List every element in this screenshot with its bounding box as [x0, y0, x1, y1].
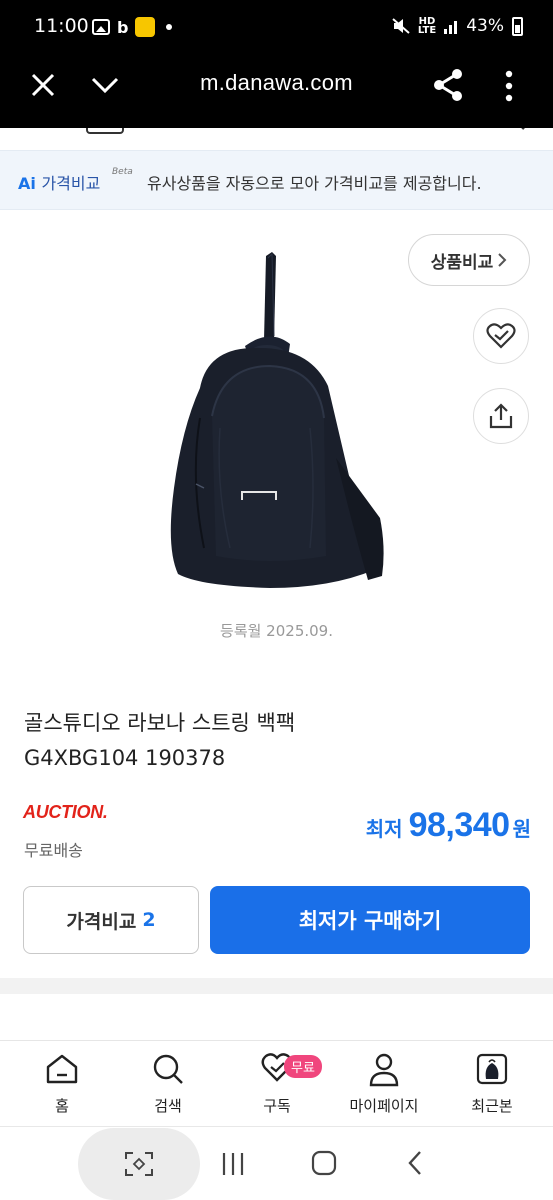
ai-compare-badge: Ai 가격비교 [18, 170, 100, 194]
price-compare-label: 가격비교 [66, 910, 137, 933]
mute-icon [392, 18, 410, 34]
price-compare-count: 2 [142, 909, 156, 931]
home-icon [46, 1054, 78, 1084]
battery-icon [512, 16, 523, 36]
status-time: 11:00 [34, 15, 89, 37]
price-compare-button[interactable]: 가격비교 2 [23, 886, 199, 954]
product-title-line2: G4XBG104 190378 [24, 746, 226, 770]
tab-search[interactable]: 검색 [113, 1041, 223, 1127]
shipping-info: 무료배송 [24, 841, 83, 860]
more-vertical-icon[interactable] [502, 70, 516, 102]
search-icon [153, 1054, 183, 1084]
registered-date: 등록월 2025.09. [220, 622, 333, 640]
product-title: 골스튜디오 라보나 스트링 백팩 G4XBG104 190378 [24, 706, 524, 776]
url-bar[interactable]: m.danawa.com [0, 70, 553, 96]
ai-title: 가격비교 [41, 174, 101, 193]
lowest-price: 최저 98,340 원 [366, 806, 531, 845]
price-value: 98,340 [408, 806, 511, 844]
wishlist-button[interactable] [473, 308, 529, 364]
heart-check-icon [486, 323, 516, 349]
product-compare-label: 상품비교 [430, 252, 494, 273]
signal-icon [444, 18, 458, 34]
seller-logo: AUCTION. [23, 802, 108, 822]
free-badge: 무료 [284, 1055, 322, 1078]
network-type-icon: HD LTE [417, 16, 437, 36]
tab-subscribe-label: 구독 [263, 1097, 291, 1115]
home-button-icon[interactable] [310, 1149, 338, 1177]
section-divider [0, 978, 553, 994]
ai-brand: Ai [18, 174, 36, 193]
share-product-button[interactable] [473, 388, 529, 444]
battery-percent: 43% [466, 16, 504, 36]
scan-icon [125, 1152, 153, 1176]
system-navigation [0, 1128, 553, 1200]
share-icon[interactable] [432, 68, 464, 102]
price-label: 최저 [365, 817, 403, 841]
product-title-line1: 골스튜디오 라보나 스트링 백팩 [24, 711, 296, 735]
user-icon [369, 1053, 399, 1087]
kakao-icon [135, 17, 156, 37]
menu-box-icon[interactable] [86, 128, 124, 134]
tab-subscribe[interactable]: 구독 [222, 1041, 332, 1127]
b-icon: b [117, 17, 129, 37]
ai-banner-text: 유사상품을 자동으로 모아 가격비교를 제공합니다. [147, 174, 482, 193]
product-compare-button[interactable]: 상품비교 [408, 234, 530, 286]
tab-home[interactable]: 홈 [7, 1041, 117, 1127]
tab-search-label: 검색 [154, 1097, 182, 1115]
back-icon[interactable] [405, 1149, 425, 1177]
recent-apps-icon[interactable] [220, 1150, 246, 1178]
buy-lowest-button[interactable]: 최저가 구매하기 [210, 886, 530, 954]
ai-compare-banner[interactable]: Ai 가격비교 Beta 유사상품을 자동으로 모아 가격비교를 제공합니다. [0, 150, 553, 210]
price-unit: 원 [512, 817, 531, 841]
gallery-icon [92, 19, 110, 35]
bottom-tabbar: 홈 검색 구독 무료 마이페이지 최근본 [0, 1041, 553, 1127]
upload-share-icon [489, 403, 513, 429]
tab-mypage[interactable]: 마이페이지 [329, 1041, 439, 1127]
tab-recent[interactable]: 최근본 [437, 1041, 547, 1127]
status-right: HD LTE 43% [392, 16, 523, 36]
chevron-right-icon [498, 253, 507, 267]
dot-icon [166, 24, 173, 30]
status-left-icons: b [92, 17, 173, 37]
screen-scan-pill[interactable] [78, 1128, 200, 1200]
tab-home-label: 홈 [55, 1097, 69, 1115]
recent-product-icon [476, 1053, 508, 1085]
tab-recent-label: 최근본 [471, 1097, 513, 1115]
tab-mypage-label: 마이페이지 [349, 1097, 419, 1115]
status-bar: 11:00 b HD LTE 43% [0, 0, 553, 56]
page-header-peek [0, 128, 553, 150]
beta-label: Beta [112, 167, 133, 177]
search-icon[interactable] [500, 128, 526, 136]
product-image[interactable] [160, 248, 392, 593]
browser-bar: m.danawa.com [0, 56, 553, 128]
